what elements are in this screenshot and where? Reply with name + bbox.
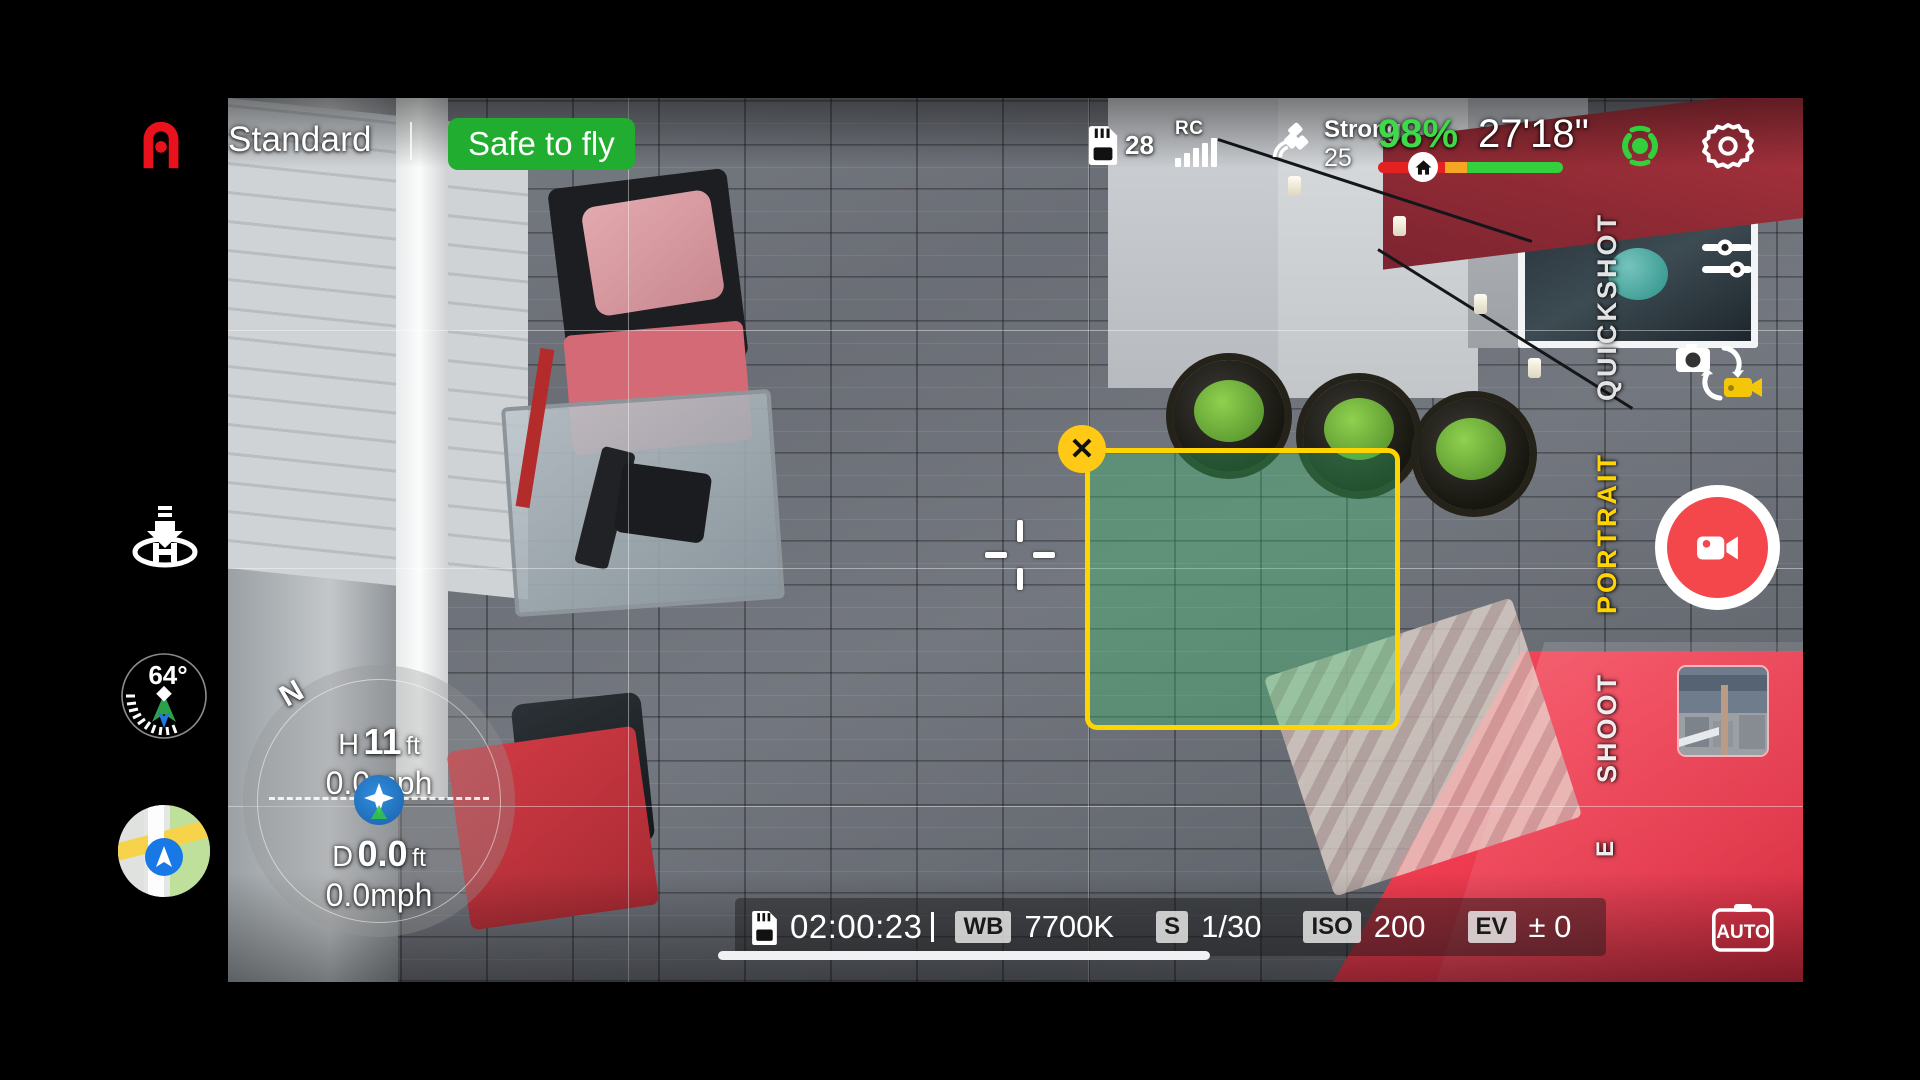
obstacle-avoidance-icon[interactable] xyxy=(1612,118,1668,174)
wb-tag: WB xyxy=(955,911,1012,943)
mode-label-more[interactable]: E xyxy=(1592,838,1620,857)
distance-value: 0.0 xyxy=(357,833,408,874)
gimbal-angle-value: 64° xyxy=(148,660,188,690)
sd-card-status[interactable]: 28 xyxy=(1085,125,1154,165)
playback-progress-slider[interactable] xyxy=(718,951,1210,960)
height-value: 11 xyxy=(363,721,402,762)
shutter-value: 1/30 xyxy=(1201,909,1262,944)
video-record-icon xyxy=(1667,497,1768,598)
center-crosshair-icon xyxy=(985,520,1055,590)
battery-level-bar xyxy=(1378,162,1563,173)
distance-label: D xyxy=(332,841,354,873)
status-badge[interactable]: Safe to fly xyxy=(448,118,635,170)
shutter-setting[interactable]: S 1/30 xyxy=(1135,909,1282,945)
battery-percentage: 98% xyxy=(1378,112,1459,156)
shutter-tag: S xyxy=(1156,911,1189,943)
sd-card-count: 28 xyxy=(1125,129,1154,160)
mode-label-shoot[interactable]: SHOOT xyxy=(1592,672,1623,783)
ev-value: ± 0 xyxy=(1528,909,1572,944)
height-label: H xyxy=(338,729,360,761)
flight-mode-label: Standard xyxy=(228,120,372,159)
iso-value: 200 xyxy=(1373,909,1426,944)
gallery-thumbnail[interactable] xyxy=(1677,665,1769,757)
ev-setting[interactable]: EV ± 0 xyxy=(1447,909,1593,945)
ev-tag: EV xyxy=(1467,911,1516,943)
iso-setting[interactable]: ISO 200 xyxy=(1282,909,1446,945)
camera-settings-bar: 02:00:23 WB 7700K S 1/30 ISO 200 EV ± 0 xyxy=(735,898,1607,956)
signal-bars-icon xyxy=(1175,138,1217,167)
drone-position-icon xyxy=(354,775,404,825)
iso-tag: ISO xyxy=(1303,911,1361,943)
map-navigation-icon[interactable] xyxy=(118,805,210,897)
white-balance-setting[interactable]: WB 7700K xyxy=(934,909,1135,945)
rc-label: RC xyxy=(1175,118,1204,139)
mode-label-quickshot[interactable]: QUICKSHOT xyxy=(1592,212,1623,401)
sd-card-icon xyxy=(749,910,780,945)
guide-line-horizontal xyxy=(228,330,1803,331)
rc-signal-status[interactable]: RC xyxy=(1175,118,1217,167)
subject-tracking-box[interactable] xyxy=(1085,448,1400,730)
height-readout: H 11 ft xyxy=(243,721,515,763)
gear-icon[interactable] xyxy=(1700,118,1756,174)
home-icon xyxy=(1408,152,1438,182)
flight-time: 27'18" xyxy=(1478,112,1589,156)
close-x-icon[interactable]: ✕ xyxy=(1058,425,1106,473)
topbar-divider xyxy=(410,122,412,160)
satellite-icon xyxy=(1270,118,1316,169)
recording-time: 02:00:23 xyxy=(790,908,923,945)
drone-controller-screen: Standard Safe to fly 28 RC Strong 25 98%… xyxy=(0,0,1920,1080)
distance-unit: ft xyxy=(412,844,426,872)
distance-readout: D 0.0 ft xyxy=(243,833,515,875)
horizontal-speed-value: 0.0mph xyxy=(325,877,433,913)
sd-card-icon xyxy=(1085,125,1121,165)
wb-value: 7700K xyxy=(1024,909,1115,944)
return-to-home-icon[interactable] xyxy=(125,500,205,580)
auto-label: AUTO xyxy=(1716,922,1769,943)
height-unit: ft xyxy=(406,732,420,760)
autel-logo-icon[interactable] xyxy=(130,112,192,174)
photo-video-toggle-icon[interactable] xyxy=(1672,340,1764,406)
mode-label-portrait[interactable]: PORTRAIT xyxy=(1592,452,1623,614)
record-button[interactable] xyxy=(1655,485,1780,610)
guide-line-vertical xyxy=(628,98,629,982)
telemetry-panel[interactable]: N H 11 ft 0.0mph D 0.0 ft 0.0mph xyxy=(243,665,515,937)
camera-sliders-icon[interactable] xyxy=(1700,232,1754,286)
camera-auto-icon[interactable]: AUTO xyxy=(1711,902,1774,952)
